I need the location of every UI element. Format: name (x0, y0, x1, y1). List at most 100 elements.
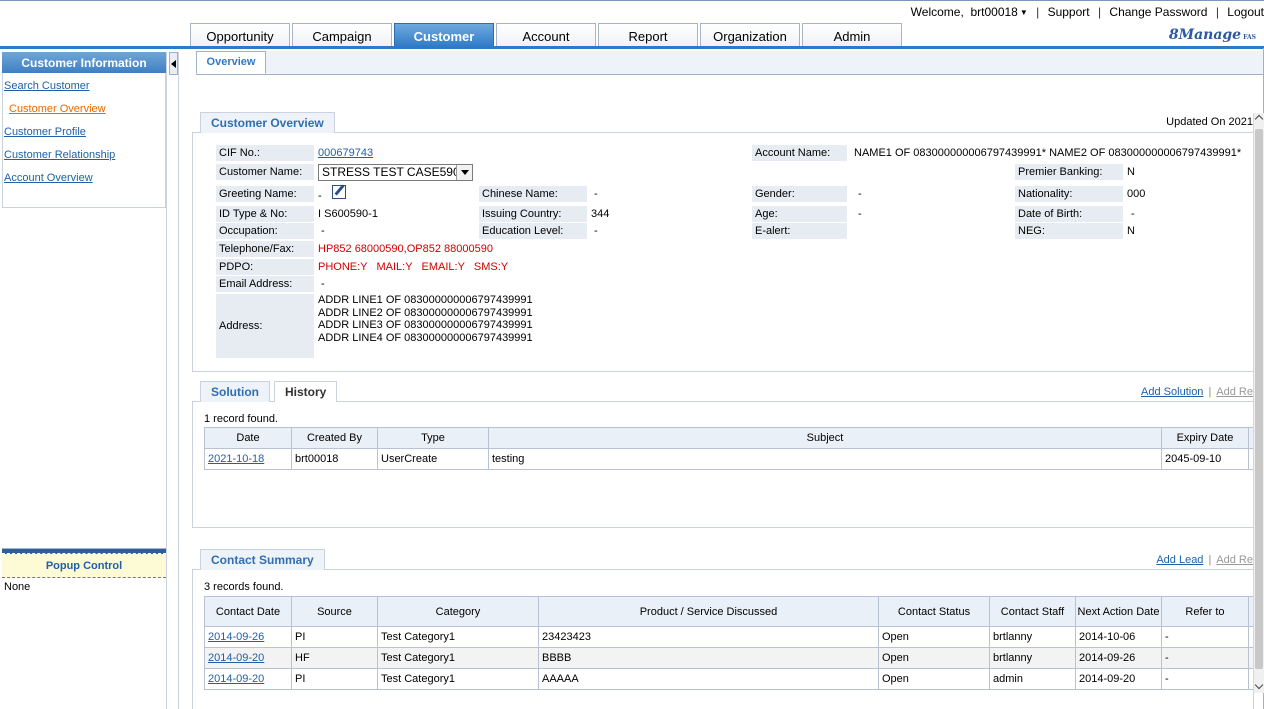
issuing-country-label: Issuing Country: (479, 206, 587, 222)
dob-value: - (1131, 208, 1135, 220)
table-cell: brtlanny (989, 626, 1076, 648)
address-line: ADDR LINE2 OF 083000000006797439991 (318, 306, 533, 319)
content-tabbar: Overview (196, 51, 1264, 75)
customer-overview-panel: Customer Overview Updated On 2021 CIF No… (192, 112, 1254, 372)
table-cell: HF (291, 647, 378, 669)
popup-control-value: None (4, 581, 31, 593)
table-cell: brt00018 (291, 448, 378, 470)
sidebar-item-search-customer[interactable]: Search Customer (3, 77, 165, 100)
add-lead-link[interactable]: Add Lead (1156, 554, 1203, 566)
add-related-link[interactable]: Add Re (1216, 554, 1253, 566)
table-cell: Open (878, 626, 990, 648)
column-header[interactable]: Source (291, 596, 378, 627)
column-header[interactable]: Created By (291, 427, 378, 449)
support-link[interactable]: Support (1048, 5, 1090, 19)
separator: | (1036, 5, 1040, 19)
user-menu[interactable]: brt00018 ▼ (970, 5, 1027, 19)
logout-link[interactable]: Logout (1227, 5, 1264, 19)
contact-date-link[interactable]: 2014-09-20 (204, 668, 292, 690)
education-label: Education Level: (479, 223, 587, 239)
table-cell: PI (291, 668, 378, 690)
updated-on: Updated On 2021 (1166, 116, 1253, 128)
table-cell: Test Category1 (377, 626, 539, 648)
customer-overview-title: Customer Overview (200, 112, 335, 133)
table-cell: Open (878, 668, 990, 690)
tab-overview[interactable]: Overview (196, 51, 266, 74)
sidebar-item-account-overview[interactable]: Account Overview (3, 169, 165, 192)
scroll-down-icon[interactable] (1255, 682, 1264, 693)
contact-summary-title: Contact Summary (200, 549, 325, 570)
solution-table: Date Created By Type Subject Expiry Date… (204, 427, 1257, 470)
username[interactable]: brt00018 (970, 5, 1017, 19)
neg-label: NEG: (1015, 223, 1123, 239)
tab-campaign[interactable]: Campaign (292, 23, 392, 47)
change-password-link[interactable]: Change Password (1109, 5, 1207, 19)
column-header[interactable]: Subject (488, 427, 1162, 449)
customer-name-select[interactable]: STRESS TEST CASE590 (318, 164, 473, 181)
sidebar-item-customer-profile[interactable]: Customer Profile (3, 123, 165, 146)
sidebar-item-customer-relationship[interactable]: Customer Relationship (3, 146, 165, 169)
vertical-scrollbar[interactable] (1253, 113, 1264, 693)
tab-customer[interactable]: Customer (394, 23, 494, 47)
nationality-value: 000 (1127, 188, 1146, 200)
sidebar-title: Customer Information (2, 52, 166, 73)
cif-label: CIF No.: (216, 145, 314, 161)
nav-divider (0, 46, 1264, 49)
separator: | (1097, 5, 1102, 19)
logo-text: 8Manage (1168, 27, 1242, 43)
add-related-link[interactable]: Add Re (1216, 386, 1253, 398)
tab-opportunity[interactable]: Opportunity (190, 23, 290, 47)
column-header[interactable]: Type (377, 427, 489, 449)
scroll-up-icon[interactable] (1255, 113, 1264, 124)
tab-admin[interactable]: Admin (802, 23, 902, 47)
popup-control: Popup Control None (2, 548, 166, 596)
edit-icon[interactable] (332, 185, 346, 199)
address-line: ADDR LINE1 OF 083000000006797439991 (318, 294, 533, 306)
table-row: 2014-09-20 HF Test Category1 BBBB Open b… (204, 647, 1257, 669)
sidebar-item-customer-overview[interactable]: Customer Overview (3, 100, 165, 123)
account-name-label: Account Name: (752, 145, 847, 161)
column-header[interactable]: Category (377, 596, 539, 627)
cif-link[interactable]: 000679743 (318, 145, 373, 161)
table-cell: - (1161, 668, 1249, 690)
column-header[interactable]: Product / Service Discussed (538, 596, 879, 627)
gender-value: - (858, 188, 862, 200)
table-cell: BBBB (538, 647, 879, 669)
column-header[interactable]: Contact Status (878, 596, 990, 627)
sidebar-menu: Search Customer Customer Overview Custom… (2, 73, 166, 208)
id-type-value: I S600590-1 (318, 208, 378, 220)
sidebar-divider (178, 52, 179, 709)
column-header[interactable]: Expiry Date (1161, 427, 1249, 449)
chinese-name-value: - (594, 188, 598, 200)
column-header[interactable]: Contact Staff (989, 596, 1076, 627)
greeting-label: Greeting Name: (216, 186, 314, 202)
tab-history[interactable]: History (274, 381, 338, 402)
column-header[interactable]: Contact Date (204, 596, 292, 627)
tab-solution[interactable]: Solution (200, 381, 270, 402)
ealert-label: E-alert: (752, 223, 847, 239)
scroll-thumb[interactable] (1255, 129, 1263, 669)
premier-banking-label: Premier Banking: (1015, 164, 1123, 180)
chevron-down-icon[interactable] (456, 165, 472, 180)
nationality-label: Nationality: (1015, 186, 1123, 202)
caret-down-icon[interactable]: ▼ (1020, 8, 1028, 17)
tab-account[interactable]: Account (496, 23, 596, 47)
table-cell: Test Category1 (377, 647, 539, 669)
tab-report[interactable]: Report (598, 23, 698, 47)
table-cell: 23423423 (538, 626, 879, 648)
add-solution-link[interactable]: Add Solution (1141, 386, 1203, 398)
table-cell: brtlanny (989, 647, 1076, 669)
collapse-sidebar-icon[interactable] (169, 52, 178, 75)
column-header[interactable]: Refer to (1161, 596, 1249, 627)
table-cell: - (1161, 647, 1249, 669)
table-cell: testing (488, 448, 1162, 470)
column-header[interactable]: Next Action Date (1075, 596, 1162, 627)
contact-date-link[interactable]: 2014-09-26 (204, 626, 292, 648)
contact-date-link[interactable]: 2014-09-20 (204, 647, 292, 669)
customer-name-value: STRESS TEST CASE590 (322, 165, 460, 179)
address-label: Address: (216, 294, 314, 358)
tab-organization[interactable]: Organization (700, 23, 800, 47)
main-nav-tabs: Opportunity Campaign Customer Account Re… (190, 23, 904, 47)
column-header[interactable]: Date (204, 427, 292, 449)
date-link[interactable]: 2021-10-18 (204, 448, 292, 470)
